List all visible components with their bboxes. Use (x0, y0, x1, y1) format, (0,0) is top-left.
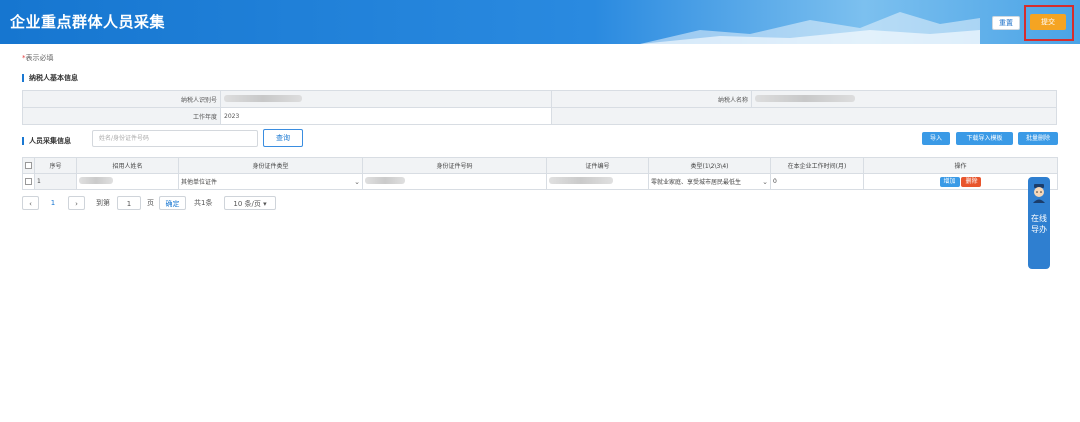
id-number-cell[interactable] (362, 173, 547, 190)
mountain-decoration-icon (640, 12, 980, 44)
taxpayer-name-value (751, 90, 1057, 108)
delete-row-button[interactable]: 删除 (961, 176, 982, 187)
caret-down-icon: ▾ (263, 200, 267, 208)
category-select[interactable]: 零就业家庭、享受城市居民最低生 ⌄ (648, 173, 771, 190)
page-size-value: 10 条/页 (233, 200, 261, 208)
taxpayer-name-label: 纳税人名称 (551, 90, 752, 108)
submit-button[interactable]: 提交 (1030, 14, 1066, 30)
header-bar: 企业重点群体人员采集 重置 提交 (0, 0, 1080, 44)
row-checkbox[interactable] (25, 178, 32, 185)
column-header: 身份证件号码 (362, 157, 547, 174)
column-header: 招用人姓名 (76, 157, 179, 174)
work-year-label: 工作年度 (22, 107, 221, 125)
page-size-select[interactable]: 10 条/页 ▾ (224, 196, 276, 210)
chevron-right-icon: › (75, 200, 78, 208)
required-note: *表示必填 (22, 53, 54, 63)
redacted-value (79, 177, 113, 184)
next-page-button[interactable]: › (68, 196, 85, 210)
collection-section-title: 人员采集信息 (22, 137, 71, 145)
service-agent-icon (1033, 184, 1045, 203)
redacted-value (549, 177, 613, 184)
months-cell[interactable]: 0 (770, 173, 864, 190)
column-header: 操作 (863, 157, 1058, 174)
row-select-cell[interactable] (22, 173, 35, 190)
confirm-page-button[interactable]: 确定 (159, 196, 186, 210)
download-template-button[interactable]: 下载导入模板 (956, 132, 1013, 145)
column-header: 序号 (34, 157, 77, 174)
id-type-select[interactable]: 其他单位证件 ⌄ (178, 173, 363, 190)
page-number[interactable]: 1 (47, 196, 59, 210)
row-index: 1 (34, 173, 77, 190)
column-header: 类型(1\2\3\4) (648, 157, 771, 174)
redacted-value (224, 94, 302, 102)
column-header: 身份证件类型 (178, 157, 363, 174)
redacted-value (755, 94, 855, 102)
empty-cell (551, 107, 1057, 125)
work-year-value[interactable]: 2023 (220, 107, 552, 125)
online-guide-button[interactable]: 在线导办 (1028, 177, 1050, 269)
prev-page-button[interactable]: ‹ (22, 196, 39, 210)
id-type-value: 其他单位证件 (181, 179, 218, 186)
table-header-row: 序号 招用人姓名 身份证件类型 身份证件号码 证件编号 类型(1\2\3\4) … (22, 157, 1058, 174)
table-row: 1 其他单位证件 ⌄ 零就业家庭、享受城市居民最低生 ⌄ 0 增加 删除 (22, 173, 1058, 190)
goto-label: 到第 (96, 199, 110, 207)
select-all-cell[interactable] (22, 157, 35, 174)
taxpayer-id-label: 纳税人识别号 (22, 90, 221, 108)
query-button[interactable]: 查询 (263, 129, 303, 147)
basic-info-section-title: 纳税人基本信息 (22, 74, 78, 82)
page-unit-label: 页 (147, 199, 154, 207)
import-button[interactable]: 导入 (922, 132, 950, 145)
chevron-down-icon: ⌄ (762, 177, 768, 186)
online-guide-text: 在线导办 (1031, 214, 1047, 234)
name-cell[interactable] (76, 173, 179, 190)
cert-number-cell[interactable] (546, 173, 649, 190)
chevron-left-icon: ‹ (29, 200, 32, 208)
add-row-button[interactable]: 增加 (939, 176, 960, 187)
page-title: 企业重点群体人员采集 (10, 13, 166, 31)
select-all-checkbox[interactable] (25, 162, 32, 169)
required-note-text: 表示必填 (25, 54, 54, 62)
reset-button[interactable]: 重置 (992, 16, 1020, 30)
batch-delete-button[interactable]: 批量删除 (1018, 132, 1058, 145)
taxpayer-id-value (220, 90, 552, 108)
chevron-down-icon: ⌄ (354, 177, 360, 186)
total-count: 共1条 (194, 199, 213, 207)
goto-page-input[interactable]: 1 (117, 196, 141, 210)
category-value: 零就业家庭、享受城市居民最低生 (651, 179, 742, 186)
basic-info-table: 纳税人识别号 纳税人名称 工作年度 2023 (22, 90, 1057, 125)
redacted-value (365, 177, 405, 184)
personnel-table: 序号 招用人姓名 身份证件类型 身份证件号码 证件编号 类型(1\2\3\4) … (22, 157, 1058, 190)
column-header: 在本企业工作时间(月) (770, 157, 864, 174)
search-input[interactable]: 姓名/身份证件号码 (92, 130, 258, 147)
column-header: 证件编号 (546, 157, 649, 174)
